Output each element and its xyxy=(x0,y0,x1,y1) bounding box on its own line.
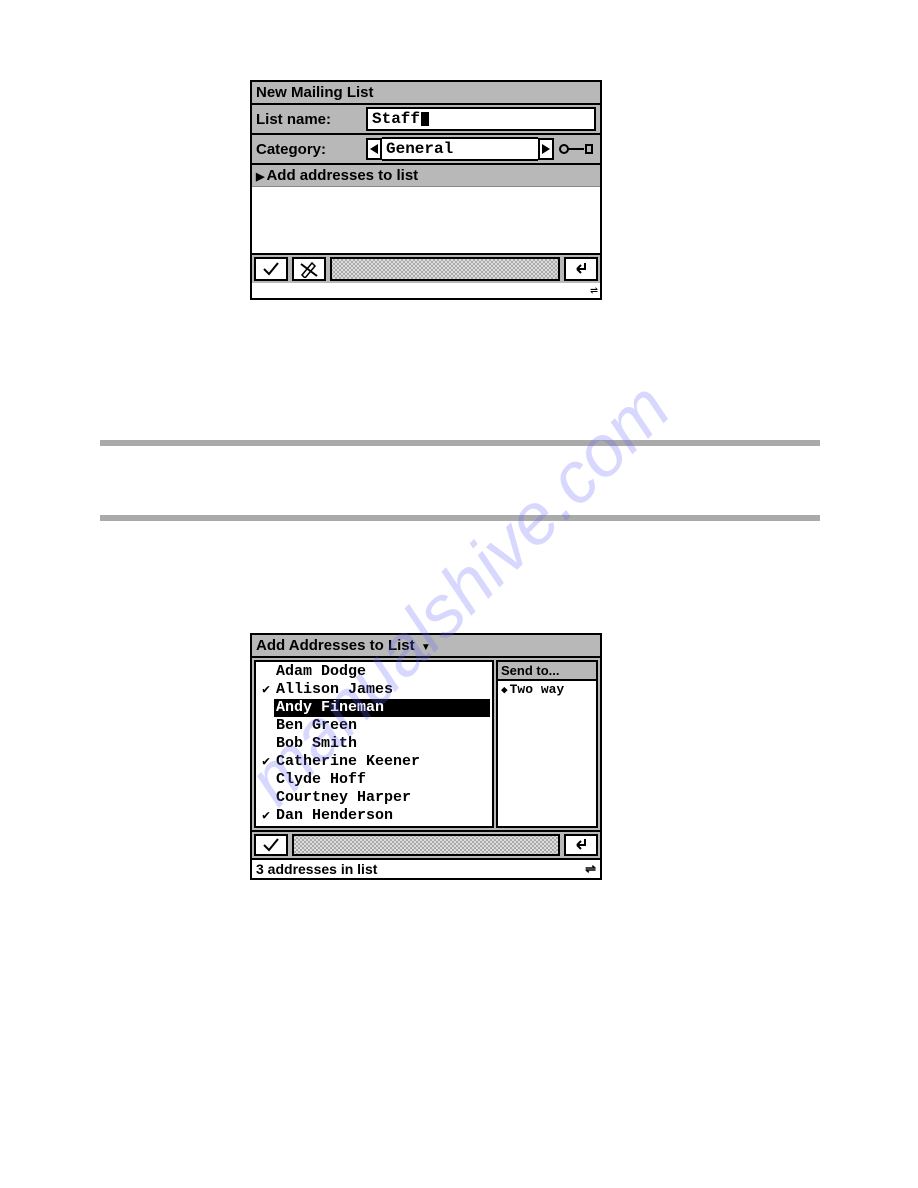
send-to-panel: Send to... ◆Two way xyxy=(496,660,598,828)
window-body: Adam Dodge✔Allison JamesAndy FinemanBen … xyxy=(252,658,600,830)
list-item[interactable]: Bob Smith xyxy=(256,735,492,753)
category-selector: General xyxy=(366,137,596,161)
list-item[interactable]: ✔Dan Henderson xyxy=(256,807,492,825)
address-name: Clyde Hoff xyxy=(274,771,490,789)
return-arrow-icon xyxy=(573,261,589,277)
back-button[interactable] xyxy=(564,257,598,281)
status-bar: 3 addresses in list ⇌ xyxy=(252,858,600,878)
list-item[interactable]: Ben Green xyxy=(256,717,492,735)
pen-strike-icon xyxy=(299,260,319,278)
add-addresses-window: Add Addresses to List ▼ Adam Dodge✔Allis… xyxy=(250,633,602,880)
address-name: Andy Fineman xyxy=(274,699,490,717)
address-name: Dan Henderson xyxy=(274,807,490,825)
list-name-input[interactable]: Staff xyxy=(366,107,596,131)
return-arrow-icon xyxy=(573,837,589,853)
triangle-right-icon xyxy=(542,144,550,154)
check-icon xyxy=(262,836,280,854)
list-item[interactable]: Adam Dodge xyxy=(256,663,492,681)
list-name-label: List name: xyxy=(256,111,366,128)
send-to-option[interactable]: ◆Two way xyxy=(498,681,596,698)
empty-address-area xyxy=(252,187,600,253)
key-icon xyxy=(558,142,594,156)
list-item[interactable]: ✔Catherine Keener xyxy=(256,753,492,771)
window-title[interactable]: Add Addresses to List ▼ xyxy=(252,635,600,658)
triangle-left-icon xyxy=(370,144,378,154)
back-button[interactable] xyxy=(564,834,598,856)
divider-line xyxy=(100,440,820,446)
send-to-header: Send to... xyxy=(498,662,596,681)
category-field[interactable]: General xyxy=(382,137,538,161)
key-lock-icon[interactable] xyxy=(556,138,596,160)
address-name: Bob Smith xyxy=(274,735,490,753)
address-name: Allison James xyxy=(274,681,490,699)
check-icon: ✔ xyxy=(258,807,274,825)
check-icon: ✔ xyxy=(258,753,274,771)
address-name: Adam Dodge xyxy=(274,663,490,681)
toolbar-spacer xyxy=(292,834,560,856)
list-item[interactable]: Courtney Harper xyxy=(256,789,492,807)
list-item[interactable]: Andy Fineman xyxy=(256,699,492,717)
sync-icon: ⇌ xyxy=(590,283,598,298)
window-title-label: Add Addresses to List xyxy=(256,637,415,654)
toolbar xyxy=(252,830,600,858)
list-item[interactable]: ✔Allison James xyxy=(256,681,492,699)
confirm-button[interactable] xyxy=(254,257,288,281)
address-name: Ben Green xyxy=(274,717,490,735)
status-row: ⇌ xyxy=(252,283,600,298)
address-name: Catherine Keener xyxy=(274,753,490,771)
divider-line xyxy=(100,515,820,521)
add-addresses-section-header[interactable]: ▶Add addresses to list xyxy=(252,165,600,187)
category-next-button[interactable] xyxy=(538,138,554,160)
write-disabled-button[interactable] xyxy=(292,257,326,281)
toolbar-spacer xyxy=(330,257,560,281)
address-name: Courtney Harper xyxy=(274,789,490,807)
text-cursor-icon xyxy=(421,112,429,126)
category-label: Category: xyxy=(256,141,366,158)
toolbar xyxy=(252,253,600,283)
new-mailing-list-window: New Mailing List List name: Staff Catego… xyxy=(250,80,602,300)
bullet-icon: ◆ xyxy=(501,685,508,697)
list-name-value: Staff xyxy=(372,110,420,128)
address-list[interactable]: Adam Dodge✔Allison JamesAndy FinemanBen … xyxy=(254,660,494,828)
status-text: 3 addresses in list xyxy=(256,861,377,877)
confirm-button[interactable] xyxy=(254,834,288,856)
send-to-option-label: Two way xyxy=(510,682,565,697)
list-item[interactable]: Clyde Hoff xyxy=(256,771,492,789)
category-row: Category: General xyxy=(252,135,600,165)
check-icon xyxy=(262,260,280,278)
section-header-label: Add addresses to list xyxy=(266,167,418,184)
sync-icon: ⇌ xyxy=(585,861,596,877)
dropdown-triangle-icon: ▼ xyxy=(421,642,431,653)
check-icon: ✔ xyxy=(258,681,274,699)
list-name-row: List name: Staff xyxy=(252,105,600,135)
triangle-right-icon: ▶ xyxy=(256,171,264,183)
window-title: New Mailing List xyxy=(252,82,600,105)
category-prev-button[interactable] xyxy=(366,138,382,160)
